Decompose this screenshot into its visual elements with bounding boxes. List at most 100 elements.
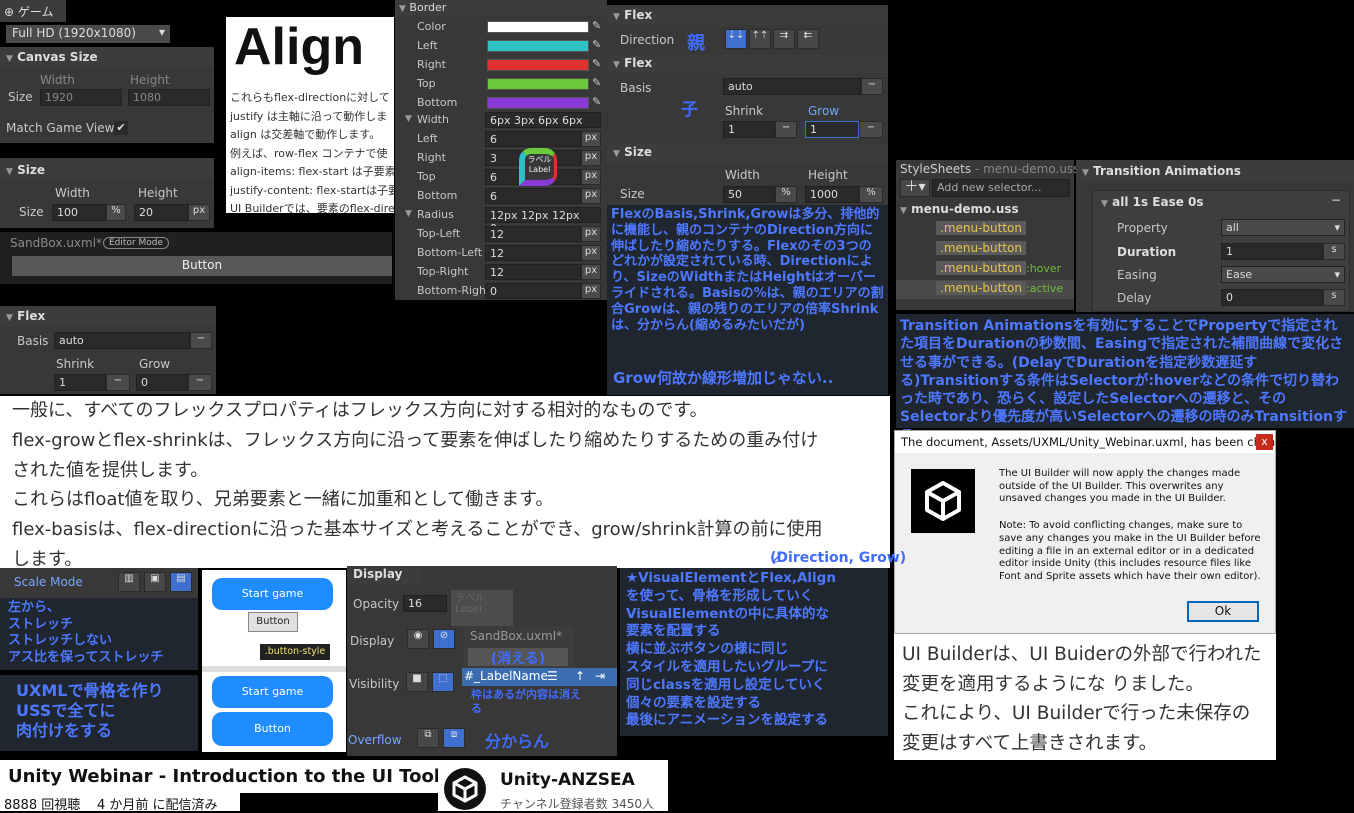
width-unit-button[interactable]: % [106, 204, 126, 221]
size-header[interactable]: ▼ Size [607, 144, 888, 162]
direction-row-reverse-button[interactable]: ⇇ [797, 29, 819, 49]
direction-column-reverse-button[interactable]: ⇡⇡ [749, 29, 771, 49]
stretch-button[interactable]: ▥ [118, 572, 140, 592]
channel-name[interactable]: Unity-ANZSEA [500, 770, 635, 790]
transition-header[interactable]: ▼ Transition Animations [1076, 160, 1354, 182]
border-right-color-swatch[interactable] [487, 59, 589, 71]
ok-button[interactable]: Ok [1187, 601, 1259, 622]
eyedropper-icon[interactable]: ✎ [592, 76, 601, 89]
border-width-bottom-unit-button[interactable]: px [581, 188, 601, 204]
border-radius-bottom-right-unit-button[interactable]: px [581, 283, 601, 299]
border-width-right-unit-button[interactable]: px [581, 150, 601, 166]
start-game-button-2[interactable]: Start game [212, 676, 333, 708]
grow-field[interactable]: 0 [136, 374, 188, 391]
channel-avatar[interactable] [444, 768, 486, 810]
preview-button[interactable]: Button [248, 612, 298, 632]
grow-unit-button[interactable]: − [859, 121, 883, 138]
eyedropper-icon[interactable]: ✎ [592, 95, 601, 108]
height-unit-button[interactable]: px [188, 204, 210, 221]
flex-header[interactable]: ▼ Flex [607, 5, 888, 25]
remove-transition-button[interactable]: − [1331, 193, 1341, 207]
keep-aspect-button[interactable]: ▤ [170, 572, 192, 592]
border-color-color-swatch[interactable] [487, 21, 589, 33]
canvas-width-field[interactable]: 1920 [40, 89, 122, 106]
shrink-unit-button[interactable]: − [775, 121, 797, 138]
overflow-visible-button[interactable]: ⧉ [417, 728, 439, 748]
duration-field[interactable]: 1 [1221, 243, 1323, 260]
basis-field[interactable]: auto [54, 332, 190, 349]
width-unit-button[interactable]: % [775, 186, 797, 203]
border-radius-bottom-left-unit-button[interactable]: px [581, 245, 601, 261]
border-radius-top-left-field[interactable]: 12 [485, 226, 581, 242]
flex-sub-header[interactable]: ▼ Flex [607, 55, 888, 73]
transition-item-header[interactable]: ▼ all 1s Ease 0s [1101, 195, 1204, 209]
eyedropper-icon[interactable]: ✎ [592, 19, 601, 32]
height-field[interactable]: 20 [134, 204, 188, 221]
border-header[interactable]: ▼ Border [395, 0, 607, 16]
grow-unit-button[interactable]: − [188, 374, 212, 391]
eyedropper-icon[interactable]: ✎ [592, 38, 601, 51]
border-width-left-unit-button[interactable]: px [581, 131, 601, 147]
border-width-top-unit-button[interactable]: px [581, 169, 601, 185]
opacity-field[interactable]: 16 [403, 595, 447, 612]
display-header[interactable]: Display [347, 566, 421, 584]
direction-row-button[interactable]: ⇉ [773, 29, 795, 49]
property-dropdown[interactable]: all ▾ [1221, 219, 1345, 236]
shrink-field[interactable]: 1 [54, 374, 106, 391]
basis-unit-button[interactable]: − [861, 78, 883, 95]
selector-item[interactable]: .menu-button:hover [896, 260, 1074, 279]
border-top-color-swatch[interactable] [487, 78, 589, 90]
add-selector-button[interactable]: ＋▾ [900, 179, 930, 197]
basis-field[interactable]: auto [723, 78, 861, 95]
overflow-hidden-button[interactable]: ⧈ [443, 728, 465, 748]
size-header[interactable]: ▼ Size [0, 158, 214, 180]
duration-unit-button[interactable]: s [1323, 243, 1345, 260]
selector-item[interactable]: .menu-button:active [896, 280, 1074, 299]
delay-field[interactable]: 0 [1221, 289, 1323, 306]
border-width-field[interactable]: 6px 3px 6px 6px [485, 112, 601, 128]
game-tab[interactable]: ⊕ ゲーム [0, 0, 66, 22]
border-width-left-field[interactable]: 6 [485, 131, 581, 147]
canvas-height-field[interactable]: 1080 [128, 89, 210, 106]
no-stretch-button[interactable]: ▣ [144, 572, 166, 592]
stylesheet-file[interactable]: ▼ menu-demo.uss [900, 202, 1074, 218]
border-bottom-color-swatch[interactable] [487, 97, 589, 109]
selector-item[interactable]: .menu-button [896, 240, 1074, 259]
eye-icon[interactable]: ◉ [407, 629, 429, 649]
preview-button-2[interactable]: Button [212, 712, 333, 746]
border-left-color-swatch[interactable] [487, 40, 589, 52]
border-radius-bottom-left-field[interactable]: 12 [485, 245, 581, 261]
delay-unit-button[interactable]: s [1323, 289, 1345, 306]
hidden-button[interactable]: ⬚ [432, 672, 454, 692]
border-radius-top-right-unit-button[interactable]: px [581, 264, 601, 280]
direction-column-button[interactable]: ⇣⇣ [725, 29, 747, 49]
canvas-size-header[interactable]: ▼ Canvas Size [0, 47, 214, 67]
width-field[interactable]: 50 [723, 186, 775, 203]
collapse-icon[interactable]: ▼ [405, 114, 412, 124]
start-game-button[interactable]: Start game [212, 578, 333, 610]
eyedropper-icon[interactable]: ✎ [592, 57, 601, 70]
resolution-dropdown[interactable]: Full HD (1920x1080) ▾ [6, 25, 170, 43]
height-field[interactable]: 1000 [805, 186, 859, 203]
border-radius-field[interactable]: 12px 12px 12px 0px [485, 207, 601, 235]
add-selector-input[interactable]: Add new selector... [932, 179, 1070, 197]
border-radius-top-left-unit-button[interactable]: px [581, 226, 601, 242]
border-radius-bottom-right-field[interactable]: 0 [485, 283, 581, 299]
width-field[interactable]: 100 [52, 204, 106, 221]
shrink-unit-button[interactable]: − [106, 374, 130, 391]
visible-button[interactable]: ■ [406, 672, 428, 692]
height-unit-button[interactable]: % [859, 186, 883, 203]
collapse-icon[interactable]: ▼ [405, 209, 412, 219]
selector-item[interactable]: .menu-button [896, 220, 1074, 239]
easing-dropdown[interactable]: Ease ▾ [1221, 266, 1345, 283]
flex-header[interactable]: ▼ Flex [0, 306, 216, 326]
border-radius-top-right-field[interactable]: 12 [485, 264, 581, 280]
border-width-bottom-field[interactable]: 6 [485, 188, 581, 204]
sandbox-button[interactable]: Button [12, 256, 392, 276]
shrink-field[interactable]: 1 [723, 121, 775, 138]
grow-field[interactable]: 1 [805, 121, 859, 138]
basis-unit-button[interactable]: − [190, 332, 212, 349]
match-game-view-checkbox[interactable]: ✔ [114, 121, 128, 135]
eye-off-icon[interactable]: ⊘ [433, 629, 455, 649]
close-icon[interactable]: x [1256, 434, 1273, 450]
